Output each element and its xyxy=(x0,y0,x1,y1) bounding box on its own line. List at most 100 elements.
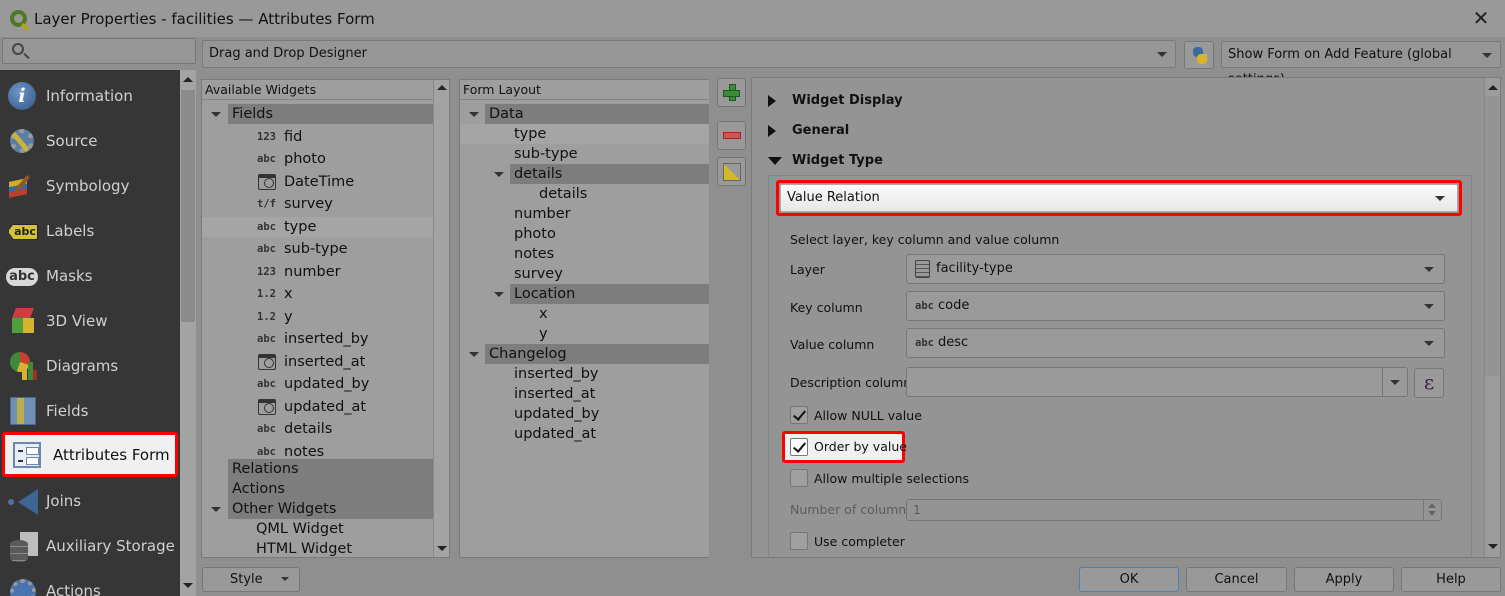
field-list-item[interactable]: t/f survey xyxy=(202,194,433,214)
layout-field-item[interactable]: photo xyxy=(460,224,709,244)
scroll-up-icon[interactable] xyxy=(180,72,196,88)
field-list-item[interactable]: inserted_at xyxy=(202,352,433,372)
field-list-item[interactable]: abc details xyxy=(202,419,433,439)
help-button[interactable]: Help xyxy=(1401,567,1501,592)
field-list-item[interactable]: 1.2 y xyxy=(202,307,433,327)
layout-field-item[interactable]: sub-type xyxy=(460,144,709,164)
field-list-item[interactable]: 123 number xyxy=(202,262,433,282)
expand-arrow-icon[interactable] xyxy=(494,172,504,177)
layout-field-item[interactable]: inserted_by xyxy=(460,364,709,384)
layout-container-item[interactable]: Data xyxy=(485,104,709,124)
expand-arrow-icon[interactable] xyxy=(469,112,479,117)
layout-container-item[interactable]: Changelog xyxy=(485,344,709,364)
field-list-item[interactable]: abc photo xyxy=(202,149,433,169)
field-list-item[interactable]: 123 fid xyxy=(202,127,433,147)
sidebar-item-attributes-form[interactable]: Attributes Form xyxy=(2,432,178,477)
sidebar-item-actions[interactable]: Actions xyxy=(0,568,180,596)
cancel-button[interactable]: Cancel xyxy=(1186,567,1287,592)
widget-list-item[interactable]: HTML Widget xyxy=(202,539,433,557)
sidebar-item-labels[interactable]: abc Labels xyxy=(0,208,180,253)
sidebar-item-3d-view[interactable]: 3D View xyxy=(0,298,180,343)
number-of-columns-spinbox[interactable]: 1 xyxy=(906,499,1442,521)
layout-field-item[interactable]: updated_by xyxy=(460,404,709,424)
layer-select[interactable]: facility-type xyxy=(906,254,1445,284)
remove-item-button[interactable] xyxy=(717,121,746,150)
layout-item-label: inserted_at xyxy=(514,386,596,402)
layout-field-item[interactable]: number xyxy=(460,204,709,224)
layout-field-item[interactable]: x xyxy=(460,304,709,324)
sidebar-scrollbar[interactable] xyxy=(180,70,196,596)
expand-arrow-icon[interactable] xyxy=(211,507,221,512)
scroll-up-icon[interactable] xyxy=(1485,80,1500,96)
scrollbar-thumb[interactable] xyxy=(181,90,195,322)
sidebar-item-source[interactable]: Source xyxy=(0,118,180,163)
available-widgets-scrollbar[interactable] xyxy=(433,80,449,557)
widget-list-item[interactable]: QML Widget xyxy=(202,519,433,539)
spin-arrows-icon[interactable] xyxy=(1423,500,1441,520)
field-list-item[interactable]: updated_at xyxy=(202,397,433,417)
allow-multiple-checkbox[interactable] xyxy=(790,469,808,487)
expand-arrow-icon[interactable] xyxy=(469,352,479,357)
form-layout-tree[interactable]: Form Layout Data type sub-type details detai… xyxy=(459,79,709,558)
field-list-item[interactable]: abc inserted_by xyxy=(202,329,433,349)
table-layer-icon xyxy=(915,259,930,278)
field-list-item[interactable]: abc type xyxy=(202,216,433,237)
description-column-input[interactable] xyxy=(906,367,1408,397)
sidebar-item-symbology[interactable]: Symbology xyxy=(0,163,180,208)
field-list-item[interactable]: abc updated_by xyxy=(202,374,433,394)
show-form-on-add-select[interactable]: Show Form on Add Feature (global setting… xyxy=(1221,41,1501,87)
key-column-select[interactable]: abc code xyxy=(906,291,1445,321)
tree-group-actions[interactable]: Actions xyxy=(228,479,433,499)
expression-builder-button[interactable]: ε xyxy=(1414,368,1444,398)
layout-field-item[interactable]: y xyxy=(460,324,709,344)
scroll-down-icon[interactable] xyxy=(1485,539,1500,555)
form-designer-mode-select[interactable]: Drag and Drop Designer xyxy=(202,40,1176,68)
tree-group-relations[interactable]: Relations xyxy=(228,459,433,479)
sidebar-item-auxiliary-storage[interactable]: Auxiliary Storage xyxy=(0,523,180,568)
expand-arrow-icon[interactable] xyxy=(211,112,221,117)
order-by-value-checkbox[interactable] xyxy=(790,438,808,456)
search-input[interactable] xyxy=(2,38,196,64)
sidebar-item-diagrams[interactable]: Diagrams xyxy=(0,343,180,388)
sidebar-item-label: Fields xyxy=(46,401,89,420)
field-list-item[interactable]: 1.2 x xyxy=(202,284,433,304)
style-button[interactable]: Style xyxy=(202,567,300,592)
sidebar-item-joins[interactable]: Joins xyxy=(0,478,180,523)
layout-field-item[interactable]: updated_at xyxy=(460,424,709,444)
python-init-code-button[interactable] xyxy=(1184,41,1214,69)
layout-container-item[interactable]: details xyxy=(510,164,709,184)
close-icon[interactable]: ✕ xyxy=(1471,8,1491,28)
tree-group-other-widgets[interactable]: Other Widgets xyxy=(228,499,433,519)
layout-field-item[interactable]: survey xyxy=(460,264,709,284)
sidebar-item-fields[interactable]: Fields xyxy=(0,388,180,433)
scrollbar-thumb[interactable] xyxy=(1485,96,1500,376)
scroll-down-icon[interactable] xyxy=(434,541,449,557)
available-widgets-tree[interactable]: Available Widgets Fields 123 fid abc photo Da… xyxy=(201,79,450,558)
allow-multiple-label[interactable]: Allow multiple selections xyxy=(814,471,969,486)
layout-field-item[interactable]: inserted_at xyxy=(460,384,709,404)
apply-button[interactable]: Apply xyxy=(1294,567,1394,592)
sidebar-item-information[interactable]: i Information xyxy=(0,73,180,118)
expand-arrow-icon[interactable] xyxy=(494,292,504,297)
value-column-select[interactable]: abc desc xyxy=(906,328,1445,358)
use-completer-label[interactable]: Use completer xyxy=(814,534,905,549)
add-container-button[interactable] xyxy=(717,78,746,107)
allow-null-label[interactable]: Allow NULL value xyxy=(814,408,922,423)
use-completer-checkbox[interactable] xyxy=(790,532,808,550)
order-by-value-label[interactable]: Order by value xyxy=(814,439,907,454)
invert-selection-button[interactable] xyxy=(717,157,746,186)
field-list-item[interactable]: DateTime xyxy=(202,172,433,192)
config-scrollbar[interactable] xyxy=(1484,78,1500,557)
scroll-up-icon[interactable] xyxy=(434,80,449,96)
allow-null-checkbox[interactable] xyxy=(790,406,808,424)
layout-container-item[interactable]: Location xyxy=(510,284,709,304)
layout-field-item[interactable]: details xyxy=(460,184,709,204)
layout-field-item[interactable]: notes xyxy=(460,244,709,264)
widget-type-select[interactable]: Value Relation xyxy=(780,184,1458,212)
scroll-down-icon[interactable] xyxy=(180,578,196,594)
ok-button[interactable]: OK xyxy=(1079,567,1179,592)
tree-group-fields[interactable]: Fields xyxy=(228,104,433,124)
layout-field-item[interactable]: type xyxy=(460,124,709,144)
sidebar-item-masks[interactable]: abc Masks xyxy=(0,253,180,298)
field-list-item[interactable]: abc sub-type xyxy=(202,239,433,259)
